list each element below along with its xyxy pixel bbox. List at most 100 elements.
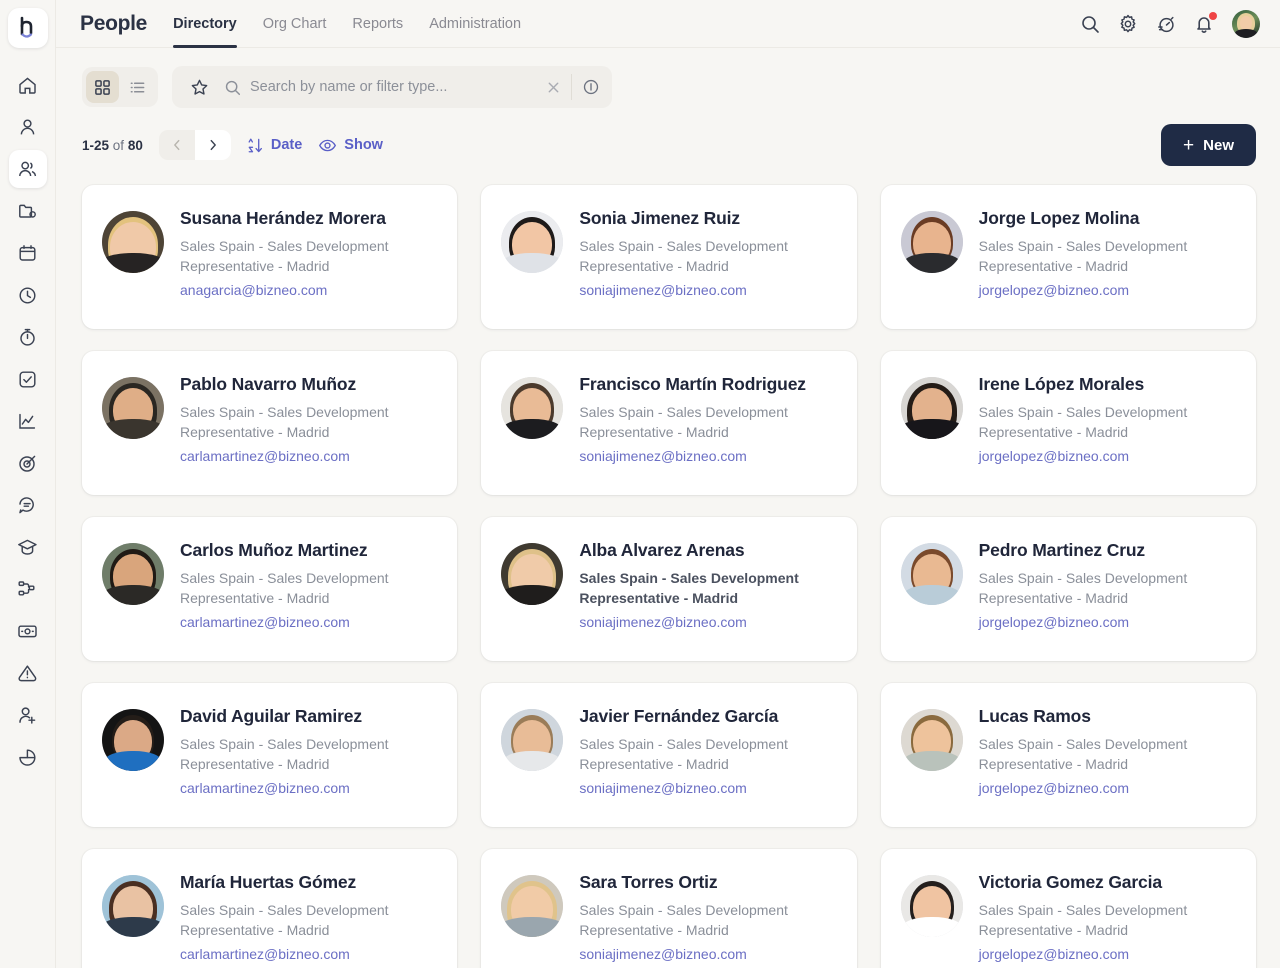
person-email[interactable]: soniajimenez@bizneo.com bbox=[579, 780, 747, 796]
person-card[interactable]: Irene López Morales Sales Spain - Sales D… bbox=[880, 351, 1256, 495]
stopwatch-icon[interactable] bbox=[1156, 14, 1176, 34]
sidebar-item-stopwatch[interactable] bbox=[9, 318, 47, 356]
person-email[interactable]: soniajimenez@bizneo.com bbox=[579, 614, 747, 630]
person-icon bbox=[20, 118, 35, 134]
person-name: Carlos Muñoz Martinez bbox=[180, 540, 368, 560]
person-role: Sales Spain - Sales Development Represen… bbox=[180, 736, 389, 772]
of-word: of bbox=[112, 137, 125, 153]
gear-icon[interactable] bbox=[1118, 14, 1138, 34]
people-grid-scroll[interactable]: Susana Herández Morera Sales Spain - Sale… bbox=[56, 166, 1280, 968]
new-button[interactable]: + New bbox=[1161, 124, 1256, 166]
person-name: Irene López Morales bbox=[978, 374, 1145, 394]
tab-administration[interactable]: Administration bbox=[429, 0, 521, 48]
tab-directory[interactable]: Directory bbox=[173, 0, 237, 48]
sidebar-item-payroll[interactable] bbox=[9, 612, 47, 650]
person-card[interactable]: Francisco Martín Rodriguez Sales Spain - … bbox=[481, 351, 857, 495]
person-name: María Huertas Gómez bbox=[180, 872, 357, 892]
person-card[interactable]: Sonia Jimenez Ruiz Sales Spain - Sales De… bbox=[481, 185, 857, 329]
show-button[interactable]: Show bbox=[318, 136, 383, 155]
person-card[interactable]: Javier Fernández García Sales Spain - Sal… bbox=[481, 683, 857, 827]
clock-icon bbox=[19, 286, 36, 304]
person-email[interactable]: jorgelopez@bizneo.com bbox=[979, 780, 1129, 796]
person-avatar bbox=[102, 211, 164, 273]
person-avatar bbox=[501, 709, 564, 771]
person-email[interactable]: carlamartinez@bizneo.com bbox=[180, 946, 350, 962]
person-avatar bbox=[900, 211, 963, 273]
person-avatar bbox=[501, 377, 564, 439]
sidebar-item-pie-chart[interactable] bbox=[9, 738, 47, 776]
person-name: Javier Fernández García bbox=[579, 706, 779, 726]
person-info: Susana Herández Morera Sales Spain - Sale… bbox=[180, 207, 437, 300]
sidebar-item-task-check[interactable] bbox=[9, 360, 47, 398]
person-card[interactable]: Pedro Martinez Cruz Sales Spain - Sales D… bbox=[880, 517, 1256, 661]
person-card[interactable]: Alba Alvarez Arenas Sales Spain - Sales D… bbox=[481, 517, 857, 661]
sidebar-item-workflow[interactable] bbox=[9, 570, 47, 608]
person-email[interactable]: anagarcia@bizneo.com bbox=[180, 282, 327, 298]
chat-icon bbox=[19, 496, 34, 513]
person-card[interactable]: Victoria Gomez Garcia Sales Spain - Sales… bbox=[880, 849, 1256, 968]
person-email[interactable]: jorgelopez@bizneo.com bbox=[979, 282, 1129, 298]
app-root: People Directory Org Chart Reports Administ… bbox=[0, 0, 1280, 968]
person-name: Pablo Navarro Muñoz bbox=[180, 374, 357, 394]
next-page-button[interactable] bbox=[194, 130, 231, 160]
person-email[interactable]: soniajimenez@bizneo.com bbox=[579, 282, 747, 298]
star-icon[interactable] bbox=[184, 72, 214, 102]
sort-label: Date bbox=[270, 137, 303, 153]
sort-az-icon bbox=[248, 138, 262, 152]
clear-icon[interactable] bbox=[539, 73, 567, 101]
avatar[interactable] bbox=[1232, 9, 1260, 38]
person-card[interactable]: Jorge Lopez Molina Sales Spain - Sales De… bbox=[880, 185, 1256, 329]
sidebar-item-clock[interactable] bbox=[9, 276, 47, 314]
sidebar-item-analytics[interactable] bbox=[9, 402, 47, 440]
sidebar-item-graduation-cap[interactable] bbox=[9, 528, 47, 566]
person-email[interactable]: jorgelopez@bizneo.com bbox=[979, 946, 1129, 962]
person-avatar bbox=[900, 709, 963, 771]
sidebar-item-calendar[interactable] bbox=[9, 234, 47, 272]
person-card[interactable]: Susana Herández Morera Sales Spain - Sale… bbox=[82, 185, 458, 329]
topbar-actions bbox=[1080, 9, 1260, 38]
person-email[interactable]: soniajimenez@bizneo.com bbox=[579, 946, 747, 962]
sort-button[interactable]: Date bbox=[247, 137, 302, 154]
person-avatar bbox=[900, 377, 963, 439]
person-name: Susana Herández Morera bbox=[180, 208, 386, 228]
alert-icon bbox=[18, 664, 37, 681]
sidebar-item-person[interactable] bbox=[9, 108, 47, 146]
sidebar-item-chat[interactable] bbox=[9, 486, 47, 524]
grid-view-button[interactable] bbox=[86, 71, 119, 103]
person-card[interactable]: Lucas Ramos Sales Spain - Sales Developme… bbox=[880, 683, 1256, 827]
sidebar-item-people[interactable] bbox=[8, 150, 47, 188]
person-email[interactable]: carlamartinez@bizneo.com bbox=[180, 780, 350, 796]
sidebar-item-alert[interactable] bbox=[9, 654, 47, 692]
search-icon[interactable] bbox=[1080, 14, 1100, 34]
app-logo[interactable] bbox=[7, 8, 48, 48]
person-card[interactable]: Pablo Navarro Muñoz Sales Spain - Sales D… bbox=[82, 351, 458, 495]
sidebar-item-add-person[interactable] bbox=[9, 696, 47, 734]
page-title: People bbox=[80, 11, 148, 35]
person-email[interactable]: carlamartinez@bizneo.com bbox=[180, 448, 350, 464]
person-role: Sales Spain - Sales Development Represen… bbox=[579, 404, 788, 440]
search-input[interactable] bbox=[250, 79, 539, 95]
person-email[interactable]: jorgelopez@bizneo.com bbox=[979, 448, 1129, 464]
tab-reports[interactable]: Reports bbox=[352, 0, 403, 48]
person-email[interactable]: soniajimenez@bizneo.com bbox=[579, 448, 747, 464]
person-role: Sales Spain - Sales Development Represen… bbox=[180, 238, 389, 274]
person-card[interactable]: María Huertas Gómez Sales Spain - Sales D… bbox=[82, 849, 458, 968]
previous-page-button[interactable] bbox=[159, 130, 195, 160]
person-card[interactable]: Sara Torres Ortiz Sales Spain - Sales Dev… bbox=[481, 849, 857, 968]
divider bbox=[571, 74, 572, 100]
list-view-button[interactable] bbox=[121, 71, 154, 103]
tab-org-chart[interactable]: Org Chart bbox=[263, 0, 327, 48]
sidebar-item-folder[interactable] bbox=[9, 192, 47, 230]
sidebar-item-home[interactable] bbox=[9, 66, 47, 104]
person-email[interactable]: carlamartinez@bizneo.com bbox=[180, 614, 350, 630]
person-card[interactable]: Carlos Muñoz Martinez Sales Spain - Sales… bbox=[82, 517, 458, 661]
person-card[interactable]: David Aguilar Ramirez Sales Spain - Sales… bbox=[82, 683, 458, 827]
person-email[interactable]: jorgelopez@bizneo.com bbox=[979, 614, 1129, 630]
filter-toolbar bbox=[56, 48, 1280, 108]
person-info: Sonia Jimenez Ruiz Sales Spain - Sales De… bbox=[579, 207, 836, 300]
sidebar-item-target[interactable] bbox=[9, 444, 47, 482]
graduation-cap-icon bbox=[18, 539, 37, 555]
info-icon[interactable] bbox=[576, 72, 606, 102]
person-name: Sonia Jimenez Ruiz bbox=[579, 208, 740, 228]
bell-icon[interactable] bbox=[1194, 11, 1217, 34]
